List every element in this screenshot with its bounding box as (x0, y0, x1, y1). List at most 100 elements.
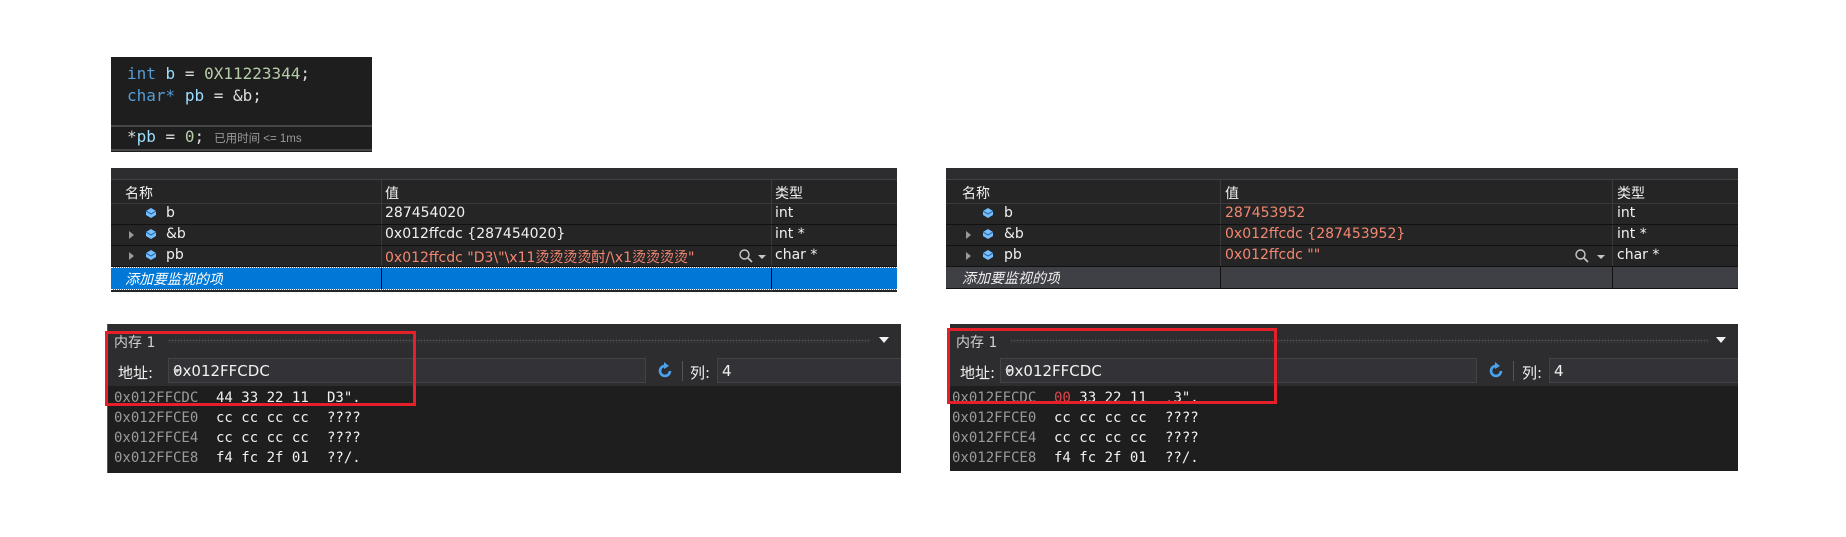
add-watch-row[interactable]: 添加要监视的项 (946, 267, 1738, 289)
add-watch-placeholder[interactable]: 添加要监视的项 (125, 269, 223, 289)
variable-icon (982, 250, 994, 260)
watch-type: int (1617, 205, 1636, 221)
watch-name: pb (166, 247, 184, 263)
refresh-icon[interactable] (1486, 361, 1506, 381)
refresh-icon[interactable] (655, 361, 675, 381)
expand-arrow-icon[interactable] (966, 252, 971, 260)
tab-strip (946, 168, 1738, 180)
memory-bytes: cc cc cc cc (1054, 410, 1147, 426)
memory-address: 0x012FFCE8 (952, 450, 1037, 466)
column-header-name[interactable]: 名称 (962, 183, 990, 203)
watch-row[interactable]: &b 0x012ffcdc {287454020} int * (111, 225, 897, 246)
memory-row: 0x012FFCE8 f4 fc 2f 01 ??/. (952, 448, 1199, 468)
columns-select[interactable]: 4 (1549, 358, 1738, 383)
watch-value: 0x012ffcdc "D3\"\x11烫烫烫烫酎/\x1烫烫烫烫" (385, 250, 695, 266)
columns-value[interactable]: 4 (1554, 362, 1564, 380)
code-line-2: char* pb = &b; (127, 85, 262, 107)
visualizer-dropdown-icon[interactable] (1597, 255, 1605, 259)
column-header-value[interactable]: 值 (1225, 183, 1239, 203)
watch-row[interactable]: b 287453952 int (946, 204, 1738, 225)
memory-chars: ??/. (327, 450, 361, 466)
memory-row: 0x012FFCE4 cc cc cc cc???? (114, 428, 361, 448)
window-menu-dropdown-icon[interactable] (879, 337, 889, 343)
column-header-type[interactable]: 类型 (1617, 183, 1645, 203)
punct: ; (194, 127, 205, 146)
watch-name: b (1004, 205, 1013, 221)
memory-address: 0x012FFCE0 (952, 410, 1037, 426)
watch-header: 名称 值 类型 (946, 180, 1738, 204)
watch-window-before: 名称 值 类型 b 287454020 int &b 0x012ffcdc {2… (111, 168, 897, 292)
window-menu-dropdown-icon[interactable] (1716, 337, 1726, 343)
watch-value: 287453952 (1225, 205, 1306, 221)
expand-arrow-icon[interactable] (966, 231, 971, 239)
code-line-3: *pb = 0; 已用时间 <= 1ms (127, 126, 302, 150)
watch-name: b (166, 205, 175, 221)
expand-arrow-icon[interactable] (129, 252, 134, 260)
operator: = (204, 86, 233, 105)
watch-value: 0x012ffcdc {287454020} (385, 226, 566, 242)
variable-icon (145, 250, 157, 260)
column-divider (1220, 267, 1221, 288)
variable-icon (982, 208, 994, 218)
memory-row: 0x012FFCE4 cc cc cc cc???? (952, 428, 1199, 448)
variable-icon (145, 229, 157, 239)
memory-bytes: cc cc cc cc (216, 410, 309, 426)
memory-row: 0x012FFCE0 cc cc cc cc???? (952, 408, 1199, 428)
watch-row[interactable]: b 287454020 int (111, 204, 897, 225)
memory-row: 0x012FFCE0 cc cc cc cc???? (114, 408, 361, 428)
watch-type: int (775, 205, 794, 221)
columns-label: 列: (690, 364, 711, 382)
watch-value: 0x012ffcdc {287453952} (1225, 226, 1406, 242)
watch-type: char * (1617, 247, 1660, 263)
memory-bytes: cc cc cc cc (1054, 430, 1147, 446)
watch-type: int * (775, 226, 805, 242)
keyword: int (127, 64, 156, 83)
watch-window-after: 名称 值 类型 b 287453952 int &b 0x012ffcdc {2… (946, 168, 1738, 289)
toolbar-separator (682, 361, 683, 381)
watch-row[interactable]: &b 0x012ffcdc {287453952} int * (946, 225, 1738, 246)
variable-icon (982, 229, 994, 239)
column-header-name[interactable]: 名称 (125, 183, 153, 203)
identifier: b (165, 64, 176, 83)
watch-type: char * (775, 247, 818, 263)
watch-header: 名称 值 类型 (111, 180, 897, 204)
column-divider (771, 268, 772, 289)
operator: = (175, 64, 205, 83)
toolbar-separator (1513, 361, 1514, 381)
text-visualizer-magnifier-icon[interactable] (738, 248, 754, 264)
memory-address: 0x012FFCE8 (114, 450, 199, 466)
memory-chars: ???? (1165, 410, 1199, 426)
tab-strip (111, 168, 897, 180)
annotation-highlight-box (947, 328, 1277, 404)
column-header-value[interactable]: 值 (385, 183, 399, 203)
columns-value[interactable]: 4 (722, 362, 732, 380)
memory-chars: ???? (327, 410, 361, 426)
deref-operator: * (127, 127, 137, 146)
watch-row[interactable]: pb 0x012ffcdc "" char * (946, 246, 1738, 267)
watch-value: 287454020 (385, 205, 466, 221)
text-visualizer-magnifier-icon[interactable] (1574, 248, 1590, 264)
columns-select[interactable]: 4 (717, 358, 901, 383)
expression: &b; (232, 86, 262, 105)
column-divider (381, 268, 382, 289)
expand-arrow-icon[interactable] (129, 231, 134, 239)
memory-chars: ???? (1165, 430, 1199, 446)
operator: = (155, 127, 185, 146)
variable-icon (145, 208, 157, 218)
memory-address: 0x012FFCE0 (114, 410, 199, 426)
memory-bytes: f4 fc 2f 01 (216, 450, 309, 466)
punct: ; (300, 64, 311, 83)
visualizer-dropdown-icon[interactable] (758, 255, 766, 259)
watch-name: &b (166, 226, 186, 242)
memory-bytes: cc cc cc cc (216, 430, 309, 446)
add-watch-row[interactable]: 添加要监视的项 (111, 267, 897, 290)
column-header-type[interactable]: 类型 (775, 183, 803, 203)
memory-address: 0x012FFCE4 (114, 430, 199, 446)
add-watch-placeholder[interactable]: 添加要监视的项 (962, 268, 1060, 288)
watch-row[interactable]: pb 0x012ffcdc "D3\"\x11烫烫烫烫酎/\x1烫烫烫烫" ch… (111, 246, 897, 267)
literal: 0X11223344 (204, 64, 301, 83)
elapsed-time-hint: 已用时间 <= 1ms (214, 133, 302, 145)
memory-address: 0x012FFCE4 (952, 430, 1037, 446)
columns-label: 列: (1522, 364, 1543, 382)
memory-row: 0x012FFCE8 f4 fc 2f 01 ??/. (114, 448, 361, 468)
